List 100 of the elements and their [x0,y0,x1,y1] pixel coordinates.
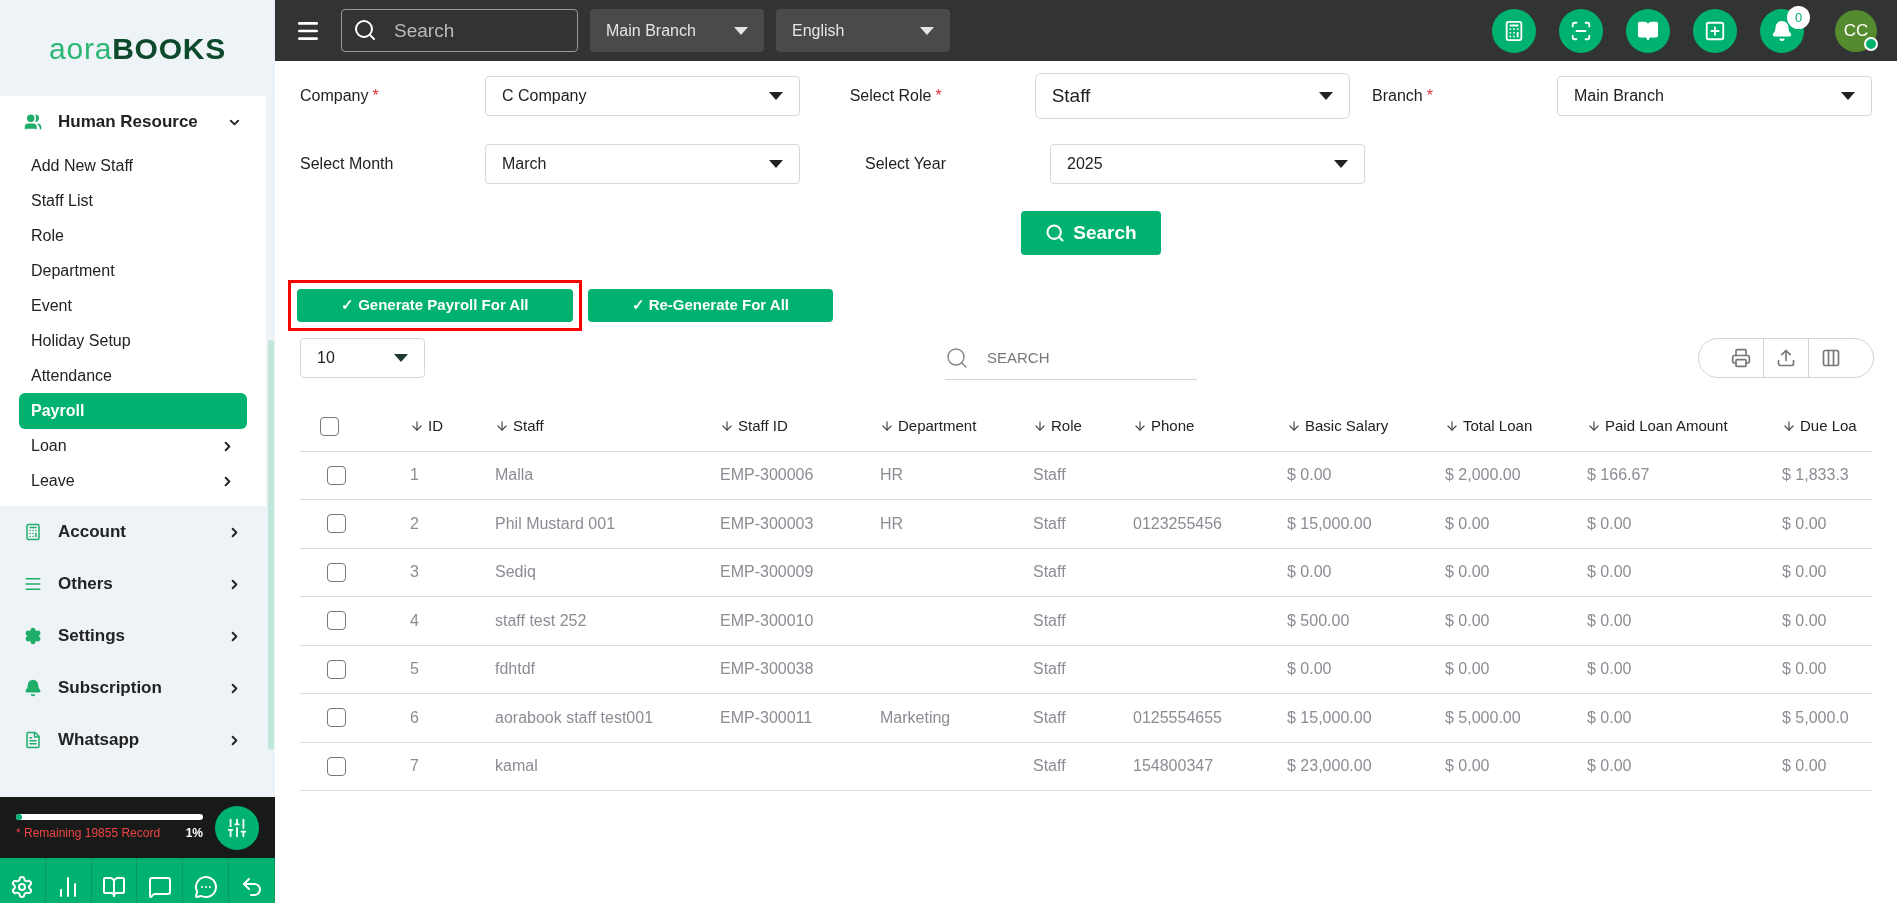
table-cell: 7 [410,757,419,775]
select-field[interactable]: C Company [485,76,800,116]
caret-icon [769,92,783,100]
table-cell: $ 0.00 [1587,611,1632,629]
select-all-checkbox[interactable] [320,416,339,436]
table-cell: $ 0.00 [1782,611,1827,629]
table-cell: Staff [1033,563,1066,581]
table-cell: EMP-300038 [720,660,814,678]
table-cell: Staff [1033,466,1066,484]
select-field[interactable]: Staff [1034,73,1350,119]
row-checkbox[interactable] [327,562,346,582]
table-cell: EMP-300003 [720,514,814,532]
table-cell: EMP-300009 [720,563,814,581]
table-cell: 0125554655 [1133,708,1222,726]
column-header[interactable]: Staff ID [738,415,788,438]
table-cell: aorabook staff test001 [495,708,654,726]
column-header[interactable]: Due Loa [1800,415,1857,438]
table-cell: $ 0.00 [1782,757,1827,775]
table-cell: $ 166.67 [1587,466,1650,484]
language-select[interactable]: English [776,9,950,52]
table-cell: $ 15,000.00 [1287,514,1372,532]
field-label: Company [300,86,369,106]
table-cell: 154800347 [1133,757,1214,775]
table-cell: $ 0.00 [1445,757,1490,775]
sidebar-group[interactable]: Others [0,558,266,610]
group-icon [24,113,42,131]
column-header[interactable]: Basic Salary [1305,415,1389,438]
table-cell: HR [880,514,904,532]
row-checkbox[interactable] [327,708,346,728]
table-cell: $ 0.00 [1445,563,1490,581]
select-field[interactable]: March [485,144,800,184]
sidebar-group[interactable]: Whatsapp [0,714,266,766]
sidebar-group[interactable]: Settings [0,610,266,662]
table-cell: $ 0.00 [1587,660,1632,678]
scan-icon [1570,19,1592,42]
sidebar-item[interactable]: Department [19,253,247,289]
row-checkbox[interactable] [327,659,346,679]
chat-icon [193,875,218,899]
branch-select[interactable]: Main Branch [590,9,764,52]
toolbar-button[interactable] [1626,8,1670,53]
sidebar-group[interactable]: Account [0,506,266,558]
search-field[interactable]: Search [341,9,578,52]
avatar[interactable]: CC [1835,9,1877,52]
select-field[interactable]: Main Branch [1557,76,1872,116]
sort-icon [1782,419,1796,434]
sliders-button[interactable] [215,805,259,850]
sidebar-item[interactable]: Loan [19,428,247,464]
row-checkbox[interactable] [327,611,346,631]
sidebar-group[interactable]: Subscription [0,662,266,714]
sidebar-group[interactable]: Human Resource [0,96,266,148]
message-icon [147,875,172,899]
table-cell: $ 500.00 [1287,611,1350,629]
book-icon [1637,19,1659,42]
sidebar-item[interactable]: Staff List [19,183,247,219]
toolbar-button[interactable] [1693,8,1737,53]
row-checkbox[interactable] [327,465,346,485]
column-header[interactable]: Staff [513,415,544,438]
table-cell: 5 [410,660,419,678]
table-cell: 6 [410,708,419,726]
sidebar-item[interactable]: Add New Staff [19,148,247,184]
logo: aoraBOOKS [49,30,226,67]
table-cell: $ 0.00 [1587,757,1632,775]
bell-icon [1771,19,1793,42]
search-icon [353,18,377,42]
table-cell: Phil Mustard 001 [495,514,616,532]
toolbar-button[interactable] [1559,8,1603,53]
column-header[interactable]: Total Loan [1463,415,1533,438]
table-cell: Marketing [880,708,951,726]
column-header[interactable]: Role [1051,415,1082,438]
table-search-field[interactable]: SEARCH [945,336,1197,380]
sidebar-item[interactable]: Attendance [19,358,247,394]
table-cell: fdhtdf [495,660,536,678]
scrollbar[interactable] [268,340,274,750]
required-mark: * [372,86,379,106]
column-header[interactable]: Phone [1151,415,1195,438]
row-checkbox[interactable] [327,514,346,534]
sidebar-item[interactable]: Role [19,218,247,254]
table-cell: Staff [1033,611,1066,629]
group-icon [24,523,42,541]
page-size-select[interactable]: 10 [300,338,425,378]
table-cell: Staff [1033,514,1066,532]
select-field[interactable]: 2025 [1050,144,1365,184]
sidebar-item[interactable]: Leave [19,463,247,499]
sort-icon [720,419,734,434]
table-cell: $ 0.00 [1782,563,1827,581]
column-header[interactable]: Department [898,415,977,438]
table-cell: $ 0.00 [1445,611,1490,629]
row-checkbox[interactable] [327,756,346,776]
upload-icon [1776,348,1796,368]
required-mark: * [935,86,942,106]
toolbar-button[interactable] [1492,8,1536,53]
sidebar-item[interactable]: Event [19,288,247,324]
table-cell: $ 0.00 [1445,660,1490,678]
caret-icon [1318,92,1333,100]
column-header[interactable]: Paid Loan Amount [1605,415,1728,438]
table-cell: $ 0.00 [1587,563,1632,581]
table-cell: 1 [410,466,419,484]
search-icon [1045,223,1066,243]
sidebar-item[interactable]: Holiday Setup [19,323,247,359]
column-header[interactable]: ID [428,415,443,438]
